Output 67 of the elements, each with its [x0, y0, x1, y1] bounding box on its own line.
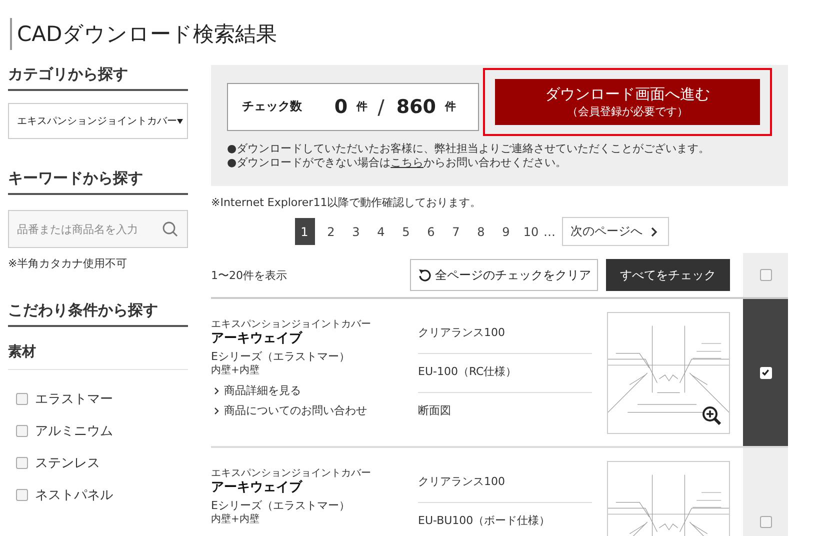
- clear-checks-button[interactable]: 全ページのチェックをクリア: [410, 259, 598, 291]
- chevron-right-icon: [650, 226, 658, 236]
- count-label: チェック数: [242, 98, 302, 115]
- page-link[interactable]: 2: [318, 218, 344, 245]
- product-attribute: EU-100（RC仕様）: [418, 354, 592, 393]
- page-link[interactable]: 7: [444, 218, 468, 245]
- check-all-button[interactable]: すべてをチェック: [606, 259, 730, 291]
- section-heading: こだわり条件から探す: [8, 301, 188, 327]
- product-name: アーキウェイブ: [211, 331, 302, 346]
- unit-label: 件: [445, 99, 456, 114]
- checkbox[interactable]: [760, 269, 772, 281]
- note-text: ※Internet Explorer11以降で動作確認しております。: [211, 195, 482, 210]
- checkbox[interactable]: [16, 393, 28, 405]
- search-field[interactable]: 品番または商品名を入力: [8, 210, 188, 248]
- caret-icon: [177, 118, 183, 124]
- group-heading: 素材: [8, 343, 188, 370]
- option-label[interactable]: ネストパネル: [35, 486, 113, 504]
- product-spec: 内壁+内壁: [211, 513, 260, 527]
- checkbox[interactable]: [16, 489, 28, 501]
- total-count: 860: [396, 96, 436, 118]
- notice-text: ●ダウンロードしていただいたお客様に、弊社担当よりご連絡させていただくことがございます。: [227, 142, 711, 156]
- section-heading: キーワードから探す: [8, 169, 188, 195]
- separator: /: [378, 94, 384, 118]
- product-spec: 内壁+内壁: [211, 364, 260, 378]
- download-button[interactable]: ダウンロード画面へ進む （会員登録が必要です）: [495, 79, 760, 125]
- unit-label: 件: [356, 99, 368, 114]
- product-name: アーキウェイブ: [211, 480, 302, 495]
- ellipsis: …: [544, 224, 556, 238]
- product-attribute: EU-BU100（ボード仕様）: [418, 513, 552, 529]
- product-category: エキスパンションジョイントカバー: [211, 319, 371, 330]
- product-category: エキスパンションジョイントカバー: [211, 468, 371, 480]
- product-link[interactable]: 商品詳細を見る: [211, 383, 301, 398]
- next-page-button[interactable]: 次のページへ: [562, 217, 668, 246]
- option-label[interactable]: ステンレス: [35, 454, 100, 472]
- note-text: ※半角カタカナ使用不可: [8, 256, 128, 271]
- section-heading: カテゴリから探す: [8, 65, 188, 91]
- product-attribute: クリアランス100: [418, 315, 592, 354]
- search-icon[interactable]: [162, 221, 178, 237]
- category-dropdown[interactable]: エキスパンションジョイントカバー: [8, 103, 188, 139]
- product-attribute: 断面図: [418, 403, 452, 419]
- reset-icon: [417, 268, 431, 282]
- notice-text: ●ダウンロードができない場合はこちらからお問い合わせください。: [227, 156, 568, 170]
- product-link[interactable]: 商品についてのお問い合わせ: [211, 403, 367, 418]
- chevron-right-icon: [214, 406, 219, 414]
- page-link[interactable]: 6: [418, 218, 444, 245]
- checked-count: 0: [334, 96, 348, 118]
- product-series: Eシリーズ（エラストマー）: [211, 350, 350, 364]
- checkbox[interactable]: [760, 516, 772, 528]
- page-link[interactable]: 1: [294, 218, 314, 245]
- result-range: 1〜20件を表示: [211, 268, 287, 282]
- page-link[interactable]: 3: [344, 218, 368, 245]
- page-link[interactable]: 4: [368, 218, 394, 245]
- checkbox[interactable]: [16, 425, 28, 437]
- option-label[interactable]: アルミニウム: [35, 422, 113, 440]
- check-icon: [761, 368, 770, 377]
- page-link[interactable]: 9: [494, 218, 518, 245]
- contact-link[interactable]: こちら: [390, 156, 424, 169]
- product-series: Eシリーズ（エラストマー）: [211, 499, 350, 513]
- chevron-right-icon: [214, 386, 219, 394]
- option-label[interactable]: エラストマー: [35, 390, 113, 408]
- product-attribute: クリアランス100: [418, 464, 592, 503]
- page-link[interactable]: 10: [518, 218, 544, 245]
- page-link[interactable]: 5: [394, 218, 418, 245]
- page-title: CADダウンロード検索結果: [10, 18, 820, 50]
- zoom-icon[interactable]: [702, 406, 721, 425]
- page-link[interactable]: 8: [468, 218, 494, 245]
- checkbox[interactable]: [16, 457, 28, 469]
